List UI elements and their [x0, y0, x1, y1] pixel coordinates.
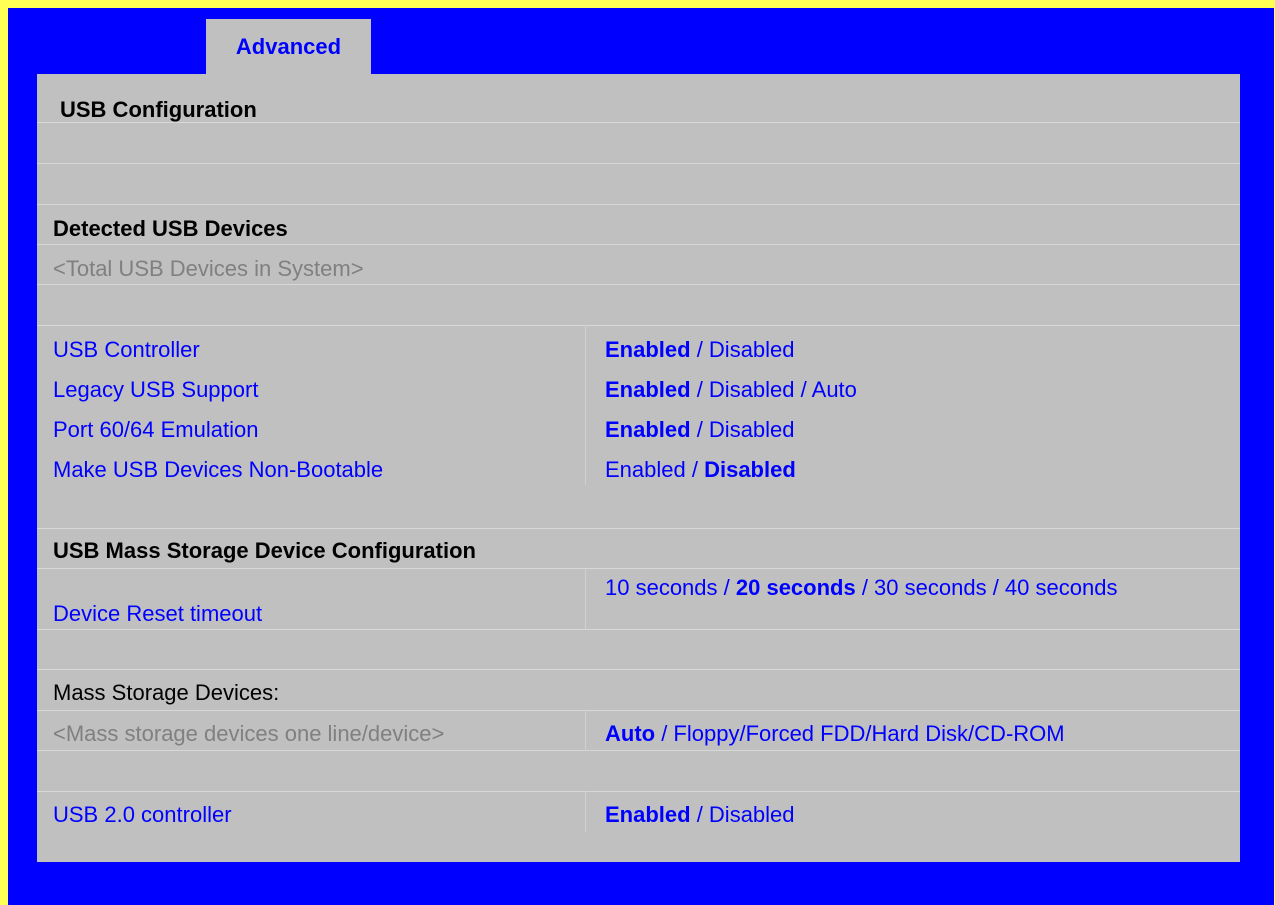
- tab-advanced[interactable]: Advanced: [206, 19, 371, 74]
- usb2-controller-value[interactable]: Enabled / Disabled: [605, 802, 1165, 828]
- legacy-usb-support-value[interactable]: Enabled / Disabled / Auto: [605, 377, 1165, 403]
- non-bootable-label[interactable]: Make USB Devices Non-Bootable: [53, 457, 383, 483]
- non-bootable-value[interactable]: Enabled / Disabled: [605, 457, 1165, 483]
- port-emulation-value[interactable]: Enabled / Disabled: [605, 417, 1165, 443]
- mass-storage-devices-label: Mass Storage Devices:: [53, 680, 280, 705]
- total-usb-devices: <Total USB Devices in System>: [53, 256, 364, 281]
- usb-controller-label[interactable]: USB Controller: [53, 337, 200, 363]
- device-reset-timeout-value[interactable]: 10 seconds / 20 seconds / 30 seconds / 4…: [605, 575, 1165, 601]
- page-title: USB Configuration: [60, 97, 257, 122]
- settings-panel: USB Configuration Detected USB Devices <…: [37, 74, 1240, 862]
- port-emulation-label[interactable]: Port 60/64 Emulation: [53, 417, 258, 443]
- usb-controller-value[interactable]: Enabled / Disabled: [605, 337, 1165, 363]
- legacy-usb-support-label[interactable]: Legacy USB Support: [53, 377, 258, 403]
- detected-devices-header: Detected USB Devices: [53, 216, 288, 241]
- mass-storage-device-value[interactable]: Auto / Floppy/Forced FDD/Hard Disk/CD-RO…: [605, 721, 1165, 747]
- usb2-controller-label[interactable]: USB 2.0 controller: [53, 802, 232, 828]
- mass-storage-device-line: <Mass storage devices one line/device>: [53, 721, 445, 746]
- mass-storage-header: USB Mass Storage Device Configuration: [53, 538, 476, 563]
- device-reset-timeout-label[interactable]: Device Reset timeout: [53, 601, 262, 627]
